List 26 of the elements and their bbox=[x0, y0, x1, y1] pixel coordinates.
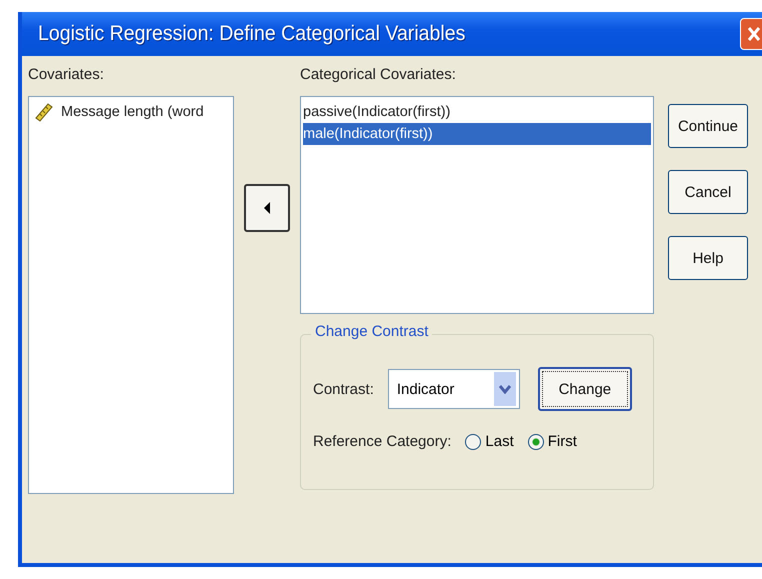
radio-option[interactable]: Last bbox=[465, 433, 514, 450]
move-button[interactable] bbox=[244, 184, 290, 232]
left-arrow-icon bbox=[264, 202, 270, 214]
variable-item[interactable]: Message length (word bbox=[33, 101, 229, 123]
contrast-dropdown[interactable]: Indicator bbox=[388, 369, 520, 409]
change-button[interactable]: Change bbox=[538, 367, 632, 411]
reference-category-label: Reference Category: bbox=[313, 433, 452, 450]
contrast-label: Contrast: bbox=[313, 380, 374, 398]
close-icon bbox=[747, 26, 761, 42]
categorical-covariates-label: Categorical Covariates: bbox=[300, 66, 457, 85]
ruler-icon bbox=[33, 101, 55, 123]
dialog-button[interactable]: Continue bbox=[668, 104, 748, 148]
close-button[interactable] bbox=[740, 18, 762, 50]
covariates-label: Covariates: bbox=[28, 66, 105, 85]
radio-button[interactable] bbox=[528, 434, 544, 450]
chevron-down-icon bbox=[498, 384, 511, 394]
group-title: Change Contrast bbox=[311, 323, 432, 340]
dialog-button[interactable]: Help bbox=[668, 236, 748, 280]
window-title: Logistic Regression: Define Categorical Variables bbox=[38, 22, 466, 46]
covariates-list[interactable]: Message length (word bbox=[28, 96, 234, 494]
variable-item[interactable]: passive(Indicator(first)) bbox=[303, 101, 651, 123]
radio-option[interactable]: First bbox=[528, 433, 577, 450]
dialog-button[interactable]: Cancel bbox=[668, 170, 748, 214]
radio-button[interactable] bbox=[465, 434, 482, 450]
variable-item[interactable]: male(Indicator(first)) bbox=[303, 123, 651, 145]
categorical-covariates-list[interactable]: passive(Indicator(first)) male(Indicator(first)) bbox=[300, 96, 654, 314]
